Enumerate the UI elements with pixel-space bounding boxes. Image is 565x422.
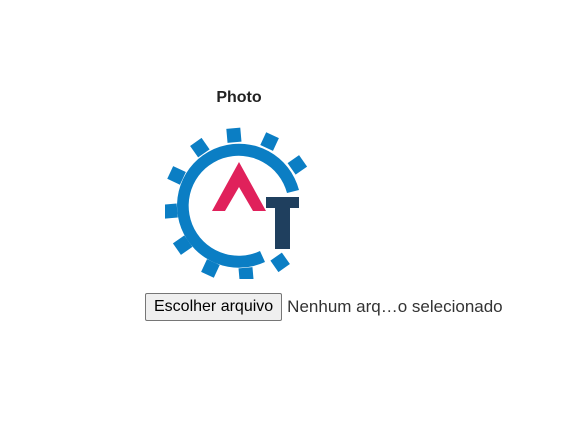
file-upload-control: Escolher arquivo Nenhum arq…o selecionad… — [145, 293, 503, 321]
page: Photo Escolher arquivo Nenhum arq…o sele… — [0, 0, 565, 422]
at-gear-logo-icon — [165, 127, 308, 279]
photo-label: Photo — [216, 89, 262, 106]
file-status-text: Nenhum arq…o selecionado — [287, 297, 503, 316]
a-triangle-icon — [212, 162, 266, 211]
t-letter-icon — [266, 197, 299, 249]
choose-file-button[interactable]: Escolher arquivo — [145, 293, 283, 321]
